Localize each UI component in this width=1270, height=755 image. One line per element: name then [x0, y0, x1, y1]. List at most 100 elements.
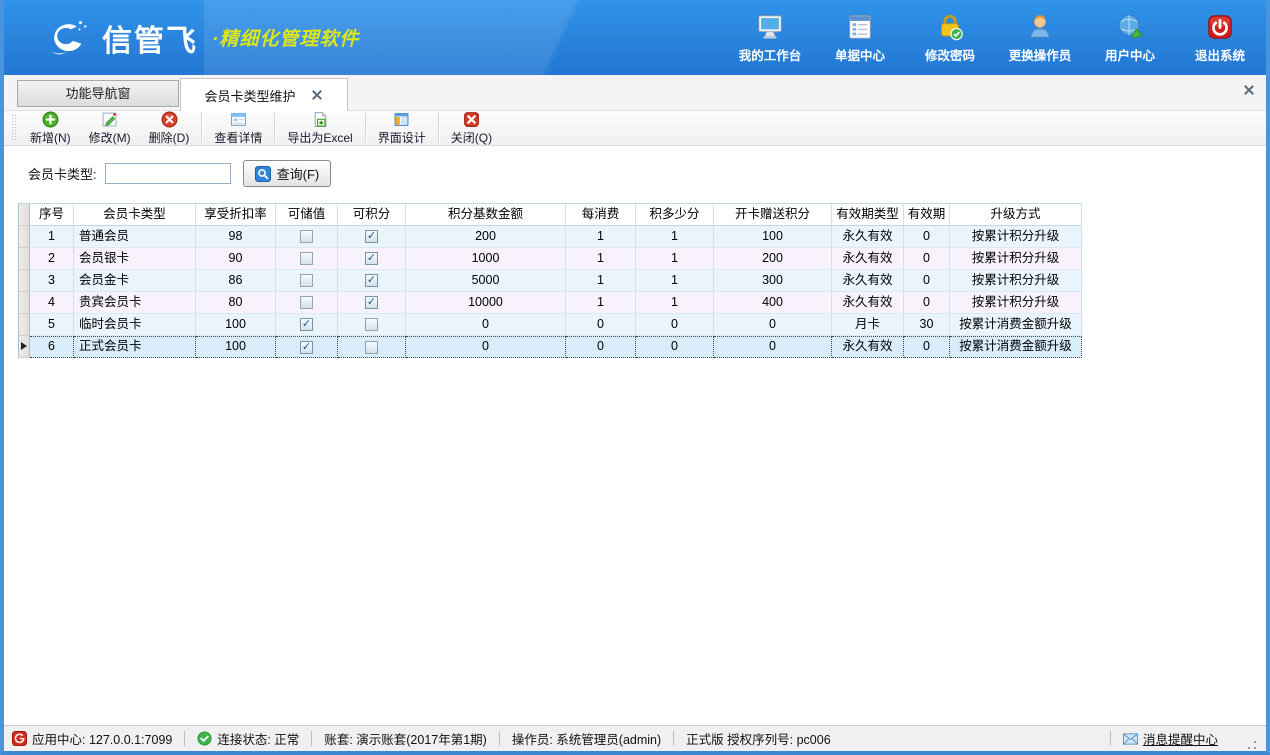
- cell-seq[interactable]: 6: [30, 336, 74, 358]
- query-button[interactable]: 查询(F): [243, 160, 332, 187]
- row-selector-current[interactable]: [19, 336, 30, 358]
- cell-validity_type[interactable]: 永久有效: [832, 292, 904, 314]
- cell-earn[interactable]: 1: [636, 248, 714, 270]
- cell-base[interactable]: 0: [406, 314, 566, 336]
- cell-seq[interactable]: 2: [30, 248, 74, 270]
- cell-seq[interactable]: 1: [30, 226, 74, 248]
- cell-type[interactable]: 会员金卡: [74, 270, 196, 292]
- cell-base[interactable]: 200: [406, 226, 566, 248]
- nav-change-password[interactable]: 修改密码: [918, 12, 982, 64]
- cell-validity_type[interactable]: 永久有效: [832, 336, 904, 358]
- cell-gift[interactable]: 300: [714, 270, 832, 292]
- table-row[interactable]: 2会员银卡90100011200永久有效0按累计积分升级: [19, 248, 1082, 270]
- cell-points-checkbox[interactable]: [338, 336, 406, 358]
- column-header[interactable]: 积多少分: [636, 204, 714, 226]
- cell-type[interactable]: 贵宾会员卡: [74, 292, 196, 314]
- cell-points-checkbox[interactable]: [338, 314, 406, 336]
- column-header[interactable]: 有效期类型: [832, 204, 904, 226]
- cell-validity[interactable]: 0: [904, 248, 950, 270]
- tabbar-close-icon[interactable]: [1242, 83, 1256, 97]
- table-row[interactable]: 4贵宾会员卡801000011400永久有效0按累计积分升级: [19, 292, 1082, 314]
- cell-discount[interactable]: 100: [196, 336, 276, 358]
- table-row[interactable]: 6正式会员卡1000000永久有效0按累计消费金额升级: [19, 336, 1082, 358]
- cell-base[interactable]: 1000: [406, 248, 566, 270]
- cell-validity_type[interactable]: 永久有效: [832, 248, 904, 270]
- edit-button[interactable]: 修改(M): [80, 112, 140, 145]
- cell-gift[interactable]: 100: [714, 226, 832, 248]
- cell-per[interactable]: 1: [566, 292, 636, 314]
- cell-earn[interactable]: 1: [636, 292, 714, 314]
- member-card-type-input[interactable]: [105, 163, 231, 184]
- nav-document-center[interactable]: 单据中心: [828, 12, 892, 64]
- cell-upgrade[interactable]: 按累计积分升级: [950, 292, 1082, 314]
- add-button[interactable]: 新增(N): [21, 112, 80, 145]
- nav-exit-system[interactable]: 退出系统: [1188, 12, 1252, 64]
- column-header[interactable]: 享受折扣率: [196, 204, 276, 226]
- cell-base[interactable]: 10000: [406, 292, 566, 314]
- cell-storable-checkbox[interactable]: [276, 270, 338, 292]
- cell-storable-checkbox[interactable]: [276, 226, 338, 248]
- table-row[interactable]: 5临时会员卡1000000月卡30按累计消费金额升级: [19, 314, 1082, 336]
- cell-earn[interactable]: 0: [636, 314, 714, 336]
- cell-earn[interactable]: 1: [636, 226, 714, 248]
- cell-seq[interactable]: 3: [30, 270, 74, 292]
- cell-validity_type[interactable]: 永久有效: [832, 270, 904, 292]
- cell-discount[interactable]: 86: [196, 270, 276, 292]
- cell-validity_type[interactable]: 永久有效: [832, 226, 904, 248]
- column-header[interactable]: 序号: [30, 204, 74, 226]
- cell-discount[interactable]: 100: [196, 314, 276, 336]
- cell-storable-checkbox[interactable]: [276, 248, 338, 270]
- column-header[interactable]: 积分基数金额: [406, 204, 566, 226]
- column-header[interactable]: 可储值: [276, 204, 338, 226]
- cell-validity[interactable]: 30: [904, 314, 950, 336]
- row-selector[interactable]: [19, 314, 30, 336]
- cell-storable-checkbox[interactable]: [276, 314, 338, 336]
- row-selector[interactable]: [19, 248, 30, 270]
- view-details-button[interactable]: 查看详情: [205, 112, 271, 145]
- cell-earn[interactable]: 1: [636, 270, 714, 292]
- row-selector[interactable]: [19, 292, 30, 314]
- cell-validity[interactable]: 0: [904, 226, 950, 248]
- cell-validity_type[interactable]: 月卡: [832, 314, 904, 336]
- tab-function-navigator[interactable]: 功能导航窗: [17, 80, 179, 107]
- cell-discount[interactable]: 98: [196, 226, 276, 248]
- cell-points-checkbox[interactable]: [338, 248, 406, 270]
- cell-discount[interactable]: 80: [196, 292, 276, 314]
- cell-upgrade[interactable]: 按累计消费金额升级: [950, 336, 1082, 358]
- cell-discount[interactable]: 90: [196, 248, 276, 270]
- cell-storable-checkbox[interactable]: [276, 336, 338, 358]
- cell-earn[interactable]: 0: [636, 336, 714, 358]
- delete-button[interactable]: 删除(D): [140, 112, 199, 145]
- cell-type[interactable]: 正式会员卡: [74, 336, 196, 358]
- cell-upgrade[interactable]: 按累计积分升级: [950, 248, 1082, 270]
- cell-type[interactable]: 普通会员: [74, 226, 196, 248]
- tab-member-card-type-maintenance[interactable]: 会员卡类型维护: [180, 78, 348, 111]
- close-button[interactable]: 关闭(Q): [442, 112, 501, 145]
- table-row[interactable]: 3会员金卡86500011300永久有效0按累计积分升级: [19, 270, 1082, 292]
- row-selector[interactable]: [19, 226, 30, 248]
- cell-points-checkbox[interactable]: [338, 226, 406, 248]
- cell-upgrade[interactable]: 按累计消费金额升级: [950, 314, 1082, 336]
- cell-per[interactable]: 1: [566, 270, 636, 292]
- cell-storable-checkbox[interactable]: [276, 292, 338, 314]
- column-header[interactable]: 开卡赠送积分: [714, 204, 832, 226]
- cell-seq[interactable]: 5: [30, 314, 74, 336]
- cell-upgrade[interactable]: 按累计积分升级: [950, 226, 1082, 248]
- nav-my-workbench[interactable]: 我的工作台: [738, 12, 802, 64]
- toolbar-grip-handle[interactable]: [12, 115, 17, 141]
- message-center-link[interactable]: 消息提醒中心: [1123, 729, 1218, 748]
- cell-validity[interactable]: 0: [904, 270, 950, 292]
- column-header[interactable]: 可积分: [338, 204, 406, 226]
- cell-type[interactable]: 临时会员卡: [74, 314, 196, 336]
- export-excel-button[interactable]: 导出为Excel: [278, 112, 361, 145]
- cell-points-checkbox[interactable]: [338, 292, 406, 314]
- cell-gift[interactable]: 0: [714, 314, 832, 336]
- cell-gift[interactable]: 200: [714, 248, 832, 270]
- cell-gift[interactable]: 0: [714, 336, 832, 358]
- column-header[interactable]: 有效期: [904, 204, 950, 226]
- cell-base[interactable]: 0: [406, 336, 566, 358]
- tab-close-icon[interactable]: [310, 88, 324, 102]
- cell-per[interactable]: 0: [566, 314, 636, 336]
- cell-validity[interactable]: 0: [904, 336, 950, 358]
- column-header[interactable]: 会员卡类型: [74, 204, 196, 226]
